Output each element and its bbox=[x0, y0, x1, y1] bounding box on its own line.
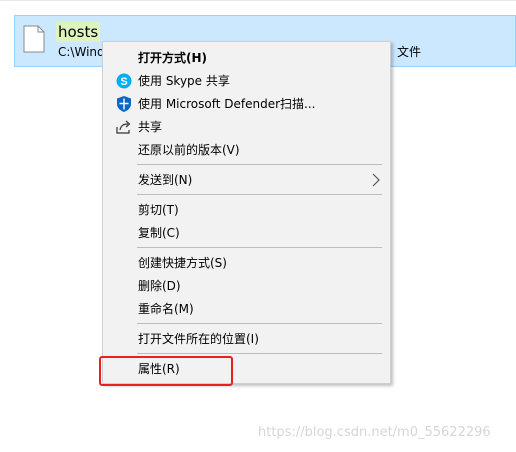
menu-item-label: 打开文件所在的位置(I) bbox=[138, 332, 259, 346]
chevron-right-icon bbox=[372, 173, 380, 187]
annotation-highlight-box bbox=[99, 356, 233, 386]
watermark: https://blog.csdn.net/m0_55622296 bbox=[258, 425, 491, 440]
menu-separator bbox=[137, 247, 382, 248]
menu-item-create-shortcut[interactable]: 创建快捷方式(S) bbox=[103, 252, 390, 274]
file-name[interactable]: hosts bbox=[56, 22, 101, 42]
menu-item-share-skype[interactable]: S 使用 Skype 共享 bbox=[103, 70, 390, 92]
menu-item-open-file-location[interactable]: 打开文件所在的位置(I) bbox=[103, 328, 390, 350]
menu-item-label: 删除(D) bbox=[138, 279, 181, 293]
menu-separator bbox=[137, 323, 382, 324]
menu-item-label: 剪切(T) bbox=[138, 203, 179, 217]
menu-item-share[interactable]: 共享 bbox=[103, 116, 390, 138]
menu-item-restore-previous[interactable]: 还原以前的版本(V) bbox=[103, 139, 390, 161]
menu-item-label: 发送到(N) bbox=[138, 173, 193, 187]
context-menu: 打开方式(H) S 使用 Skype 共享 使用 Microsoft Defen… bbox=[102, 41, 391, 384]
menu-item-label: 使用 Skype 共享 bbox=[138, 74, 230, 88]
menu-item-cut[interactable]: 剪切(T) bbox=[103, 199, 390, 221]
svg-text:S: S bbox=[120, 76, 127, 88]
menu-item-label: 使用 Microsoft Defender扫描... bbox=[138, 97, 316, 111]
top-divider bbox=[0, 0, 516, 1]
menu-item-defender-scan[interactable]: 使用 Microsoft Defender扫描... bbox=[103, 93, 390, 115]
menu-item-copy[interactable]: 复制(C) bbox=[103, 222, 390, 244]
menu-item-label: 共享 bbox=[138, 120, 163, 134]
menu-item-label: 复制(C) bbox=[138, 226, 180, 240]
menu-separator bbox=[137, 353, 382, 354]
defender-shield-icon bbox=[117, 96, 131, 112]
menu-item-label: 创建快捷方式(S) bbox=[138, 256, 227, 270]
file-icon bbox=[23, 25, 45, 53]
menu-item-label: 打开方式(H) bbox=[138, 51, 208, 65]
menu-separator bbox=[137, 164, 382, 165]
menu-item-label: 还原以前的版本(V) bbox=[138, 143, 240, 157]
file-path: C:\Wind bbox=[58, 45, 105, 59]
menu-item-rename[interactable]: 重命名(M) bbox=[103, 298, 390, 320]
share-icon bbox=[116, 120, 131, 134]
menu-item-delete[interactable]: 删除(D) bbox=[103, 275, 390, 297]
menu-item-send-to[interactable]: 发送到(N) bbox=[103, 169, 390, 191]
menu-separator bbox=[137, 194, 382, 195]
skype-icon: S bbox=[116, 73, 132, 89]
file-type: 文件 bbox=[397, 45, 422, 59]
menu-item-open-with[interactable]: 打开方式(H) bbox=[103, 47, 390, 69]
menu-item-label: 重命名(M) bbox=[138, 302, 194, 316]
